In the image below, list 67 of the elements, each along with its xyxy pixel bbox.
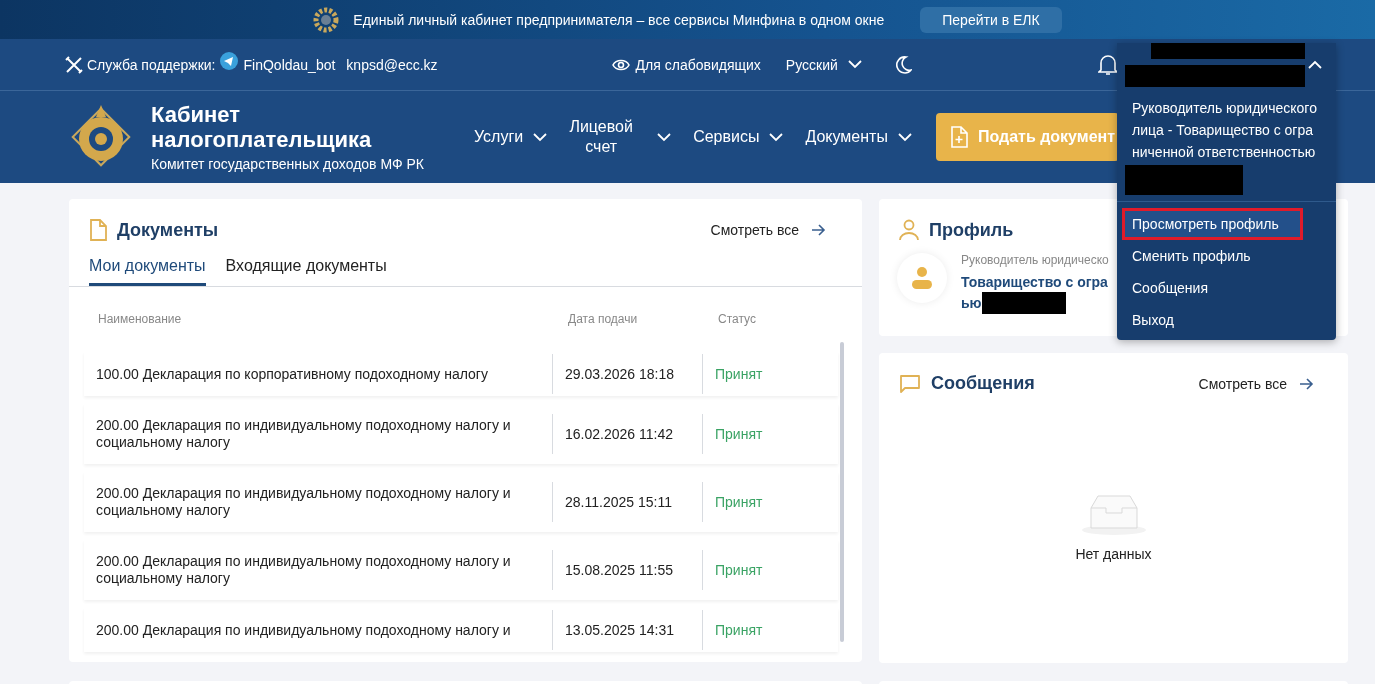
status-text: Принят <box>715 366 763 382</box>
chevron-down-icon <box>769 132 784 142</box>
nav-menu-item[interactable]: Документы <box>805 128 912 146</box>
card-title: Документы <box>117 219 219 241</box>
document-tab[interactable]: Входящие документы <box>225 257 387 286</box>
chevron-up-icon[interactable] <box>1308 60 1322 69</box>
profile-role: Руководитель юридическо <box>961 253 1109 267</box>
see-all-link[interactable]: Смотреть все <box>1192 374 1320 393</box>
table-cell: 13.05.2025 14:31 <box>565 622 674 638</box>
scrollbar[interactable] <box>840 342 844 642</box>
user-icon <box>899 219 919 241</box>
chevron-down-icon <box>533 132 548 142</box>
document-tab[interactable]: Мои документы <box>89 257 206 286</box>
elk-button[interactable]: Перейти в ЕЛК <box>920 6 1062 33</box>
moon-icon[interactable] <box>895 55 912 74</box>
telegram-icon <box>219 51 238 70</box>
chevron-down-icon <box>897 132 912 142</box>
arrow-right-icon <box>1299 377 1314 390</box>
telegram-link[interactable]: FinQoldau_bot <box>243 56 336 73</box>
empty-message: Нет данных <box>1075 546 1152 562</box>
column-header: Дата подачи <box>568 312 639 328</box>
menu-item[interactable]: Сменить профиль <box>1117 240 1336 272</box>
profile-name: Товарищество с огра <box>961 273 1109 292</box>
table-cell-text: 200.00 Декларация по индивидуальному подоходному налогу и социальному налогу <box>95 485 512 519</box>
banner-text: Единый личный кабинет предпринимателя – все сервисы Минфина в одном окне <box>353 11 885 28</box>
chat-icon <box>899 373 921 394</box>
gear-logo-icon <box>313 6 340 33</box>
site-title: Кабинет налогоплательщика <box>151 102 373 152</box>
status-text: Принят <box>715 562 763 578</box>
empty-inbox-icon <box>1080 494 1147 536</box>
column-header: Статус <box>718 312 756 328</box>
accessibility-link[interactable]: Для слабовидящих <box>635 56 761 73</box>
profile-name: ью <box>961 293 982 313</box>
status-text: Принят <box>715 426 763 442</box>
see-all-link[interactable]: Смотреть все <box>704 221 832 239</box>
table-cell: 15.08.2025 11:55 <box>565 562 673 578</box>
column-header: Наименование <box>98 312 183 328</box>
table-cell: 16.02.2026 11:42 <box>565 426 673 442</box>
email-link[interactable]: knpsd@ecc.kz <box>346 56 438 73</box>
status-text: Принят <box>715 622 763 638</box>
table-cell-text: 200.00 Декларация по индивидуальному подоходному налогу и <box>95 621 512 639</box>
menu-role-text: Руководитель юридического лица - Товарищество с огра ниченной ответственностью <box>1131 99 1318 162</box>
eye-icon <box>611 57 630 72</box>
menu-item[interactable]: Сообщения <box>1117 272 1336 304</box>
table-cell-text: 200.00 Декларация по индивидуальному подоходному налогу и социальному налогу <box>95 553 512 587</box>
card-title: Сообщения <box>931 373 1035 394</box>
nav-menu-item[interactable]: Сервисы <box>693 128 784 146</box>
site-subtitle: Комитет государственных доходов МФ РК <box>151 156 424 172</box>
nav-menu-item[interactable]: Услуги <box>473 128 548 146</box>
language-select[interactable]: Русский <box>785 56 862 73</box>
table-cell-text: 100.00 Декларация по корпоративному подоходному налогу <box>95 365 489 383</box>
menu-item[interactable]: Выход <box>1117 304 1336 336</box>
chevron-down-icon <box>657 132 672 142</box>
status-text: Принят <box>715 494 763 510</box>
document-plus-icon <box>949 126 968 148</box>
card-title: Профиль <box>929 219 1014 241</box>
document-icon <box>89 219 107 241</box>
bell-icon[interactable] <box>1097 53 1118 76</box>
table-cell: 28.11.2025 15:11 <box>565 494 672 510</box>
table-cell: 29.03.2026 18:18 <box>565 366 674 382</box>
tools-icon <box>65 55 83 74</box>
arrow-right-icon <box>811 224 826 236</box>
table-cell-text: 200.00 Декларация по индивидуальному подоходному налогу и социальному налогу <box>95 417 512 451</box>
menu-item[interactable]: Просмотреть профиль <box>1122 208 1303 240</box>
support-label: Служба поддержки: <box>87 56 216 73</box>
chevron-down-icon <box>847 60 862 69</box>
nav-menu-item[interactable]: Лицевой счет <box>569 117 672 157</box>
